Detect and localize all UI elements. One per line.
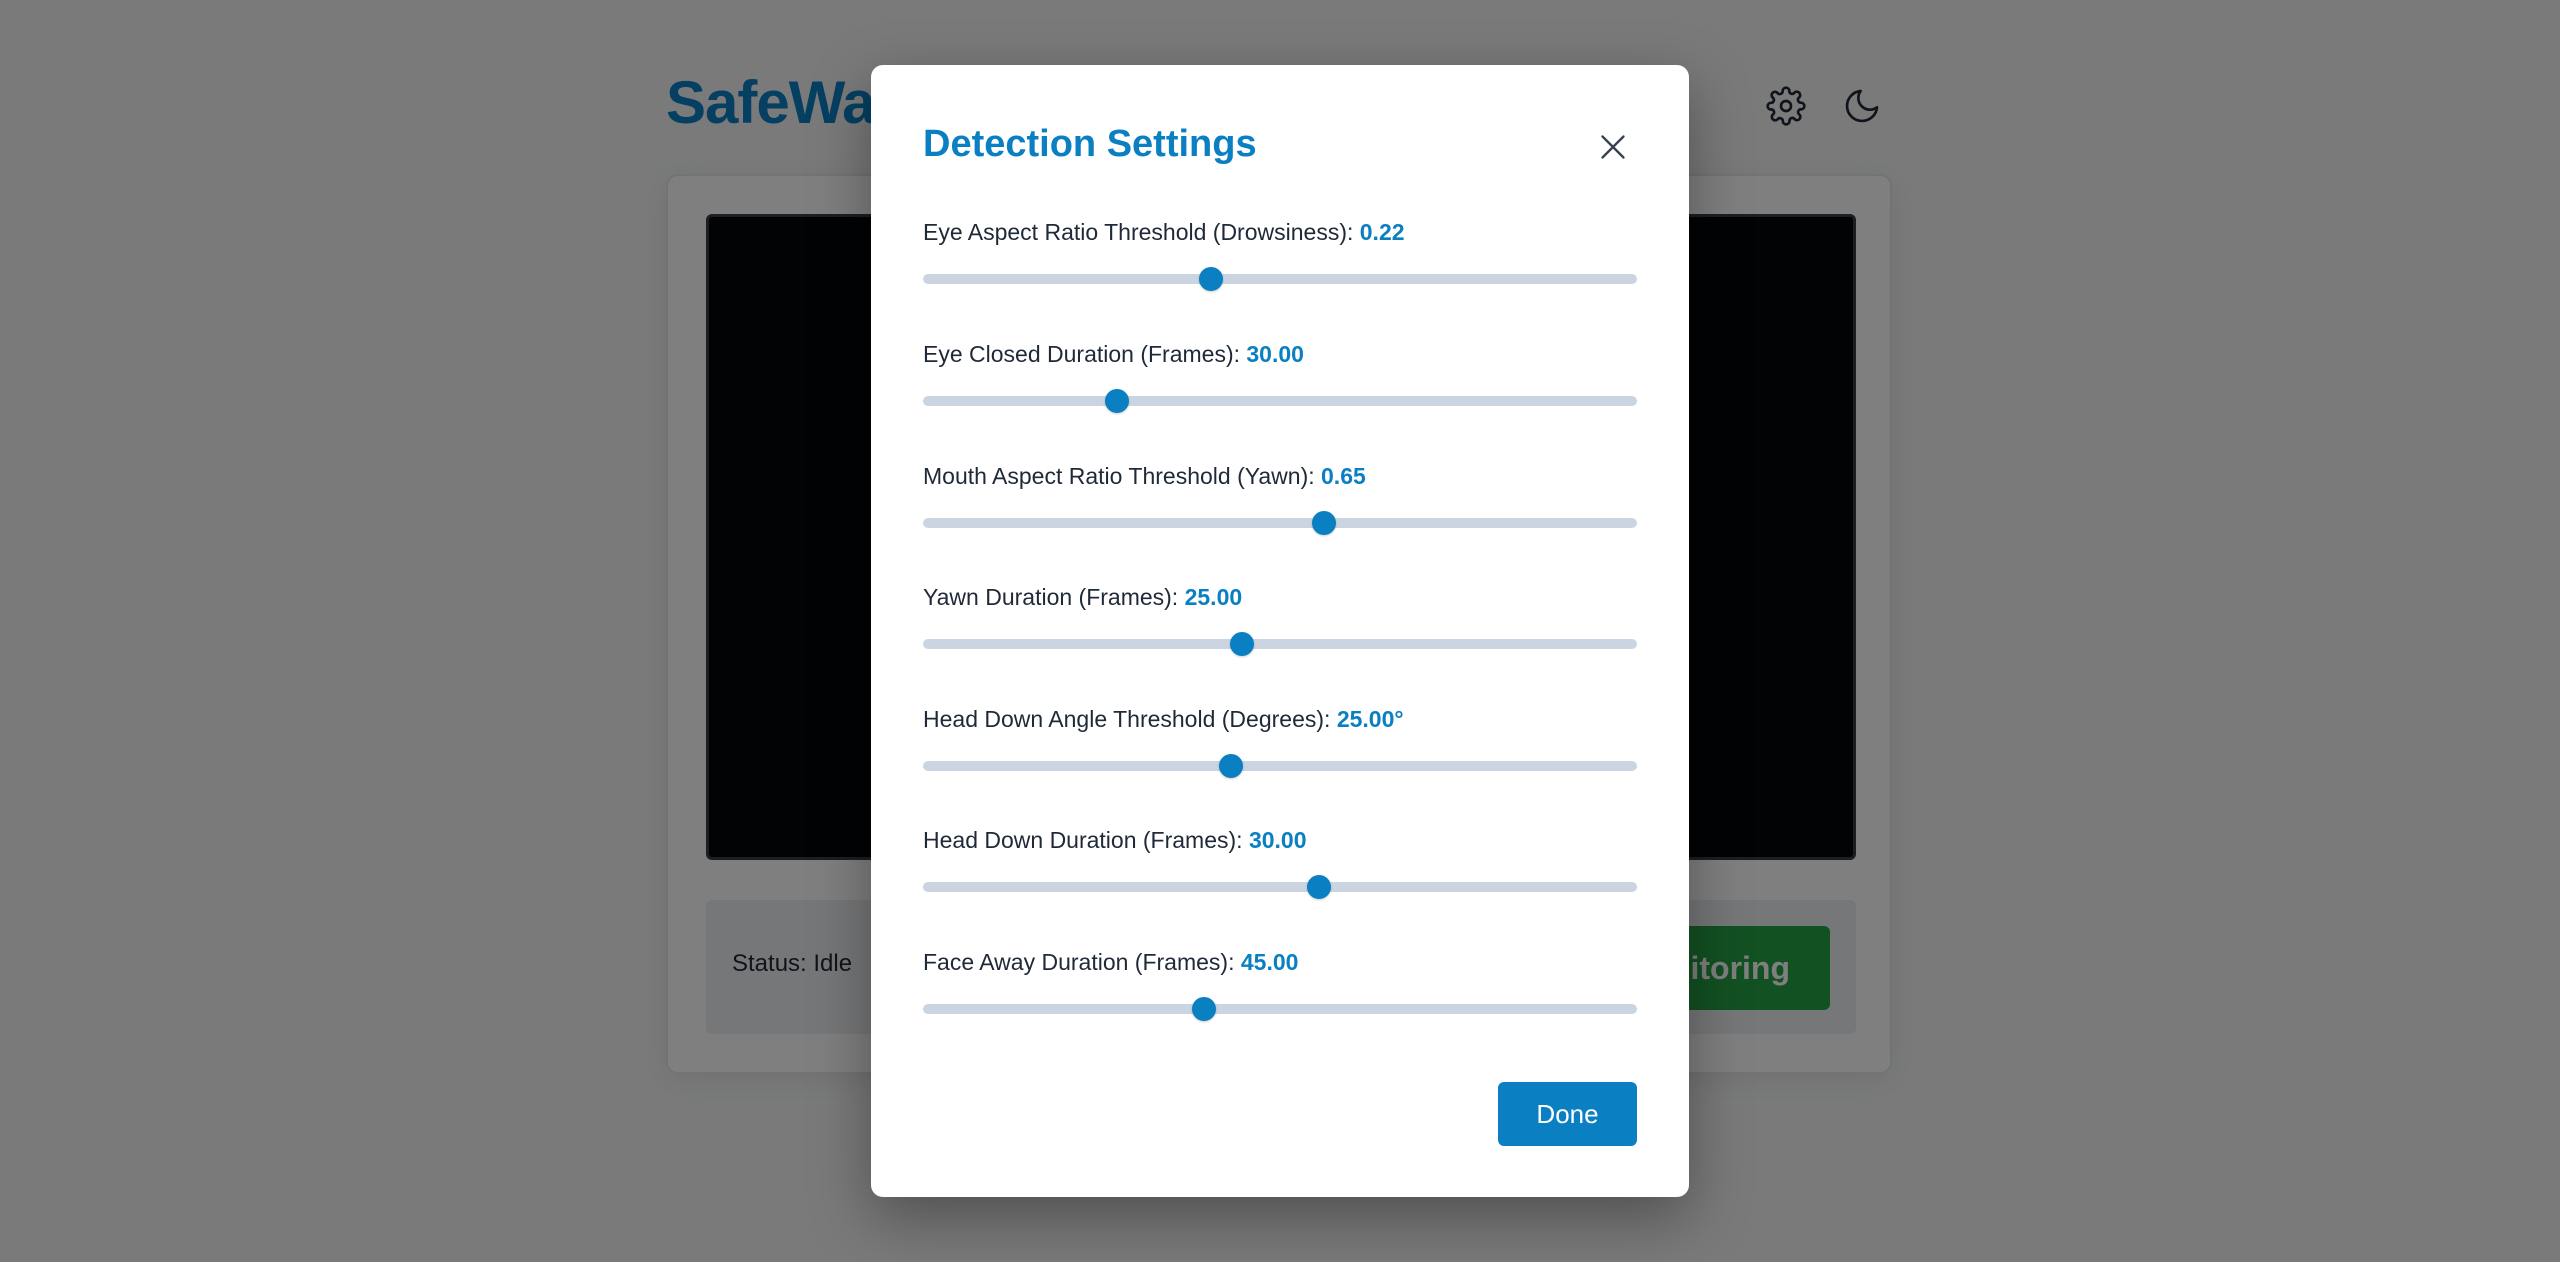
slider-thumb[interactable] bbox=[1311, 511, 1336, 535]
modal-title: Detection Settings bbox=[923, 123, 1257, 165]
head-down-angle-slider[interactable] bbox=[923, 754, 1637, 778]
mouth-aspect-ratio-slider[interactable] bbox=[923, 511, 1637, 535]
slider-thumb[interactable] bbox=[1306, 875, 1331, 899]
setting-label: Head Down Angle Threshold (Degrees): 25.… bbox=[923, 706, 1404, 733]
slider-track bbox=[923, 1004, 1637, 1014]
setting-label: Mouth Aspect Ratio Threshold (Yawn): 0.6… bbox=[923, 463, 1366, 490]
setting-label: Face Away Duration (Frames): 45.00 bbox=[923, 949, 1298, 976]
close-button[interactable] bbox=[1589, 123, 1637, 171]
face-away-duration-slider[interactable] bbox=[923, 997, 1637, 1021]
setting-value: 25.00° bbox=[1336, 706, 1404, 732]
eye-aspect-ratio-slider[interactable] bbox=[923, 267, 1637, 291]
slider-thumb[interactable] bbox=[1219, 754, 1244, 778]
head-down-duration-slider[interactable] bbox=[923, 875, 1637, 899]
setting-value: 30.00 bbox=[1246, 341, 1304, 367]
setting-head-down-angle: Head Down Angle Threshold (Degrees): 25.… bbox=[923, 706, 1637, 796]
slider-track bbox=[923, 518, 1637, 528]
setting-mouth-aspect-ratio: Mouth Aspect Ratio Threshold (Yawn): 0.6… bbox=[923, 463, 1637, 553]
slider-thumb[interactable] bbox=[1198, 267, 1223, 291]
setting-value: 45.00 bbox=[1240, 949, 1299, 975]
slider-thumb[interactable] bbox=[1192, 997, 1217, 1021]
setting-value: 30.00 bbox=[1248, 827, 1307, 853]
setting-label-text: Face Away Duration (Frames): bbox=[923, 949, 1241, 975]
setting-value: 0.65 bbox=[1321, 463, 1366, 489]
setting-label: Eye Closed Duration (Frames): 30.00 bbox=[923, 341, 1304, 368]
done-button[interactable]: Done bbox=[1498, 1082, 1637, 1146]
slider-thumb[interactable] bbox=[1105, 389, 1130, 413]
slider-track bbox=[923, 274, 1637, 284]
slider-track bbox=[923, 639, 1637, 649]
setting-yawn-duration: Yawn Duration (Frames): 25.00 bbox=[923, 584, 1637, 674]
slider-thumb[interactable] bbox=[1230, 632, 1255, 656]
setting-label-text: Head Down Duration (Frames): bbox=[923, 827, 1249, 853]
setting-value: 25.00 bbox=[1184, 584, 1243, 610]
setting-label: Head Down Duration (Frames): 30.00 bbox=[923, 827, 1307, 854]
setting-label: Eye Aspect Ratio Threshold (Drowsiness):… bbox=[923, 219, 1405, 246]
setting-label-text: Head Down Angle Threshold (Degrees): bbox=[923, 706, 1337, 732]
slider-track bbox=[923, 761, 1637, 771]
detection-settings-modal: Detection Settings Eye Aspect Ratio Thre… bbox=[871, 65, 1689, 1197]
page: SafeWatch Status: Idle Start Monitoring … bbox=[0, 0, 2560, 1262]
slider-track bbox=[923, 396, 1637, 406]
setting-label-text: Eye Aspect Ratio Threshold (Drowsiness): bbox=[923, 219, 1360, 245]
setting-head-down-duration: Head Down Duration (Frames): 30.00 bbox=[923, 827, 1637, 917]
setting-label: Yawn Duration (Frames): 25.00 bbox=[923, 584, 1242, 611]
close-icon bbox=[1601, 135, 1625, 159]
yawn-duration-slider[interactable] bbox=[923, 632, 1637, 656]
eye-closed-duration-slider[interactable] bbox=[923, 389, 1637, 413]
setting-eye-closed-duration: Eye Closed Duration (Frames): 30.00 bbox=[923, 341, 1637, 431]
setting-label-text: Yawn Duration (Frames): bbox=[923, 584, 1185, 610]
setting-eye-aspect-ratio: Eye Aspect Ratio Threshold (Drowsiness):… bbox=[923, 219, 1637, 309]
setting-face-away-duration: Face Away Duration (Frames): 45.00 bbox=[923, 949, 1637, 1039]
slider-track bbox=[923, 882, 1637, 892]
setting-label-text: Mouth Aspect Ratio Threshold (Yawn): bbox=[923, 463, 1322, 489]
setting-label-text: Eye Closed Duration (Frames): bbox=[923, 341, 1247, 367]
setting-value: 0.22 bbox=[1359, 219, 1405, 245]
